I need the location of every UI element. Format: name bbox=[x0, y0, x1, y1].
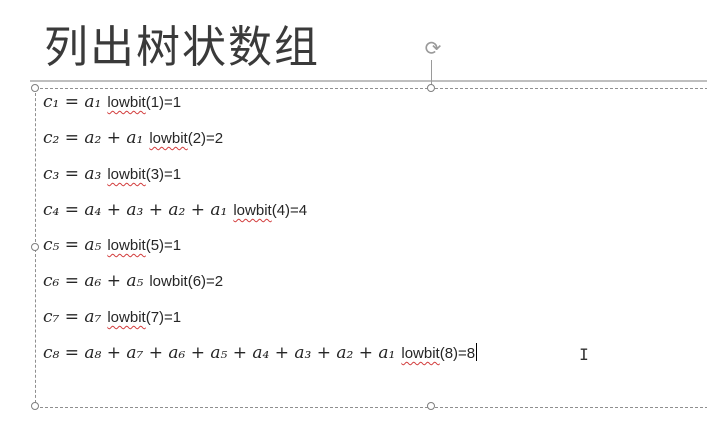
lowbit-keyword: lowbit bbox=[149, 273, 188, 290]
formula-line-c7[interactable]: c₇ = a₇ lowbit(7)=1 bbox=[43, 305, 181, 329]
lowbit-call: lowbit(3)=1 bbox=[107, 166, 181, 183]
formula-line-c3[interactable]: c₃ = a₃ lowbit(3)=1 bbox=[43, 162, 181, 186]
resize-handle-top-left[interactable] bbox=[31, 84, 39, 92]
formula-expression: c₄ = a₄ + a₃ + a₂ + a₁ bbox=[43, 200, 228, 220]
formula-expression: c₃ = a₃ bbox=[43, 164, 102, 184]
lowbit-result: (2)=2 bbox=[187, 130, 224, 147]
formula-line-c8[interactable]: c₈ = a₈ + a₇ + a₆ + a₅ + a₄ + a₃ + a₂ + … bbox=[43, 341, 478, 365]
lowbit-result: (1)=1 bbox=[145, 94, 182, 111]
lowbit-call: lowbit(5)=1 bbox=[107, 237, 181, 254]
formula-expression: c₈ = a₈ + a₇ + a₆ + a₅ + a₄ + a₃ + a₂ + … bbox=[43, 343, 396, 363]
lowbit-result: (7)=1 bbox=[145, 309, 182, 326]
lowbit-result: (4)=4 bbox=[271, 202, 308, 219]
lowbit-keyword: lowbit bbox=[107, 309, 146, 326]
lowbit-keyword: lowbit bbox=[233, 202, 272, 219]
lowbit-keyword: lowbit bbox=[149, 130, 188, 147]
lowbit-result: (3)=1 bbox=[145, 166, 182, 183]
formula-expression: c₆ = a₆ + a₅ bbox=[43, 271, 144, 291]
lowbit-call: lowbit(6)=2 bbox=[149, 273, 223, 290]
lowbit-keyword: lowbit bbox=[107, 94, 146, 111]
lowbit-call: lowbit(7)=1 bbox=[107, 309, 181, 326]
lowbit-result: (5)=1 bbox=[145, 237, 182, 254]
slide-title[interactable]: 列出树状数组 bbox=[44, 18, 320, 78]
resize-handle-bottom-center[interactable] bbox=[427, 402, 435, 410]
formula-expression: c₇ = a₇ bbox=[43, 307, 102, 327]
formula-line-c2[interactable]: c₂ = a₂ + a₁ lowbit(2)=2 bbox=[43, 126, 223, 150]
rotate-handle-icon[interactable]: ⟳ bbox=[422, 38, 444, 60]
lowbit-keyword: lowbit bbox=[107, 237, 146, 254]
lowbit-call: lowbit(4)=4 bbox=[233, 202, 307, 219]
title-placeholder-border bbox=[30, 80, 707, 82]
lowbit-call: lowbit(8)=8 bbox=[401, 345, 475, 362]
resize-handle-top-center[interactable] bbox=[427, 84, 435, 92]
resize-handle-middle-left[interactable] bbox=[31, 243, 39, 251]
formula-line-c4[interactable]: c₄ = a₄ + a₃ + a₂ + a₁ lowbit(4)=4 bbox=[43, 198, 307, 222]
formula-expression: c₂ = a₂ + a₁ bbox=[43, 128, 144, 148]
rotate-handle-stem bbox=[431, 60, 432, 86]
text-caret bbox=[476, 343, 478, 361]
lowbit-call: lowbit(2)=2 bbox=[149, 130, 223, 147]
lowbit-keyword: lowbit bbox=[401, 345, 440, 362]
formula-line-c6[interactable]: c₆ = a₆ + a₅ lowbit(6)=2 bbox=[43, 269, 223, 293]
lowbit-result: (8)=8 bbox=[439, 345, 476, 362]
resize-handle-bottom-left[interactable] bbox=[31, 402, 39, 410]
lowbit-keyword: lowbit bbox=[107, 166, 146, 183]
text-ibeam-cursor-icon: I bbox=[579, 345, 589, 364]
formula-expression: c₁ = a₁ bbox=[43, 92, 102, 112]
formula-line-c1[interactable]: c₁ = a₁ lowbit(1)=1 bbox=[43, 90, 181, 114]
formula-line-c5[interactable]: c₅ = a₅ lowbit(5)=1 bbox=[43, 233, 181, 257]
lowbit-result: (6)=2 bbox=[187, 273, 224, 290]
formula-expression: c₅ = a₅ bbox=[43, 235, 102, 255]
lowbit-call: lowbit(1)=1 bbox=[107, 94, 181, 111]
